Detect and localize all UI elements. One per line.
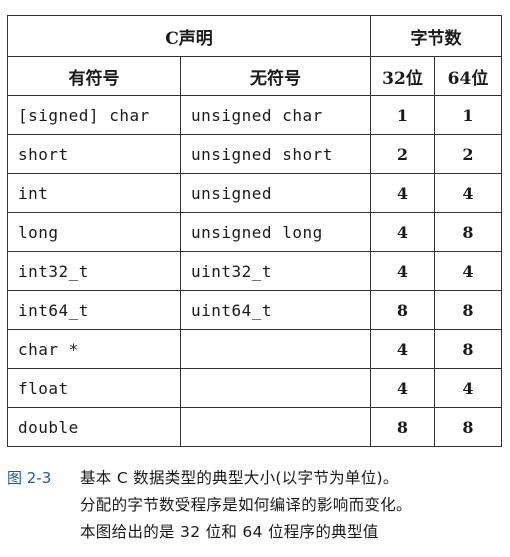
size-32bit-cell: 4	[370, 173, 435, 213]
table-row: long unsigned long 4 8	[7, 212, 502, 252]
caption-line-2: 分配的字节数受程序是如何编译的影响而变化。	[80, 496, 412, 514]
table-row: char * 4 8	[7, 329, 502, 369]
table-row: short unsigned short 2 2	[7, 134, 502, 174]
size-64bit-cell: 1	[434, 95, 502, 135]
data-type-size-table-container: C声明 字节数 有符号 无符号 32位 64位 [signed] char un…	[7, 15, 502, 447]
data-type-size-table: C声明 字节数 有符号 无符号 32位 64位 [signed] char un…	[7, 15, 502, 447]
unsigned-type-cell: unsigned	[180, 173, 371, 213]
header-unsigned: 无符号	[180, 56, 371, 96]
size-32bit-cell: 8	[370, 407, 435, 447]
size-64bit-cell: 8	[434, 212, 502, 252]
signed-type-cell: int	[7, 173, 181, 213]
table-row: [signed] char unsigned char 1 1	[7, 95, 502, 135]
size-64bit-cell: 4	[434, 251, 502, 291]
unsigned-type-cell: unsigned short	[180, 134, 371, 174]
size-32bit-cell: 4	[370, 329, 435, 369]
figure-caption: 图 2-3 基本 C 数据类型的典型大小(以字节为单位)。 分配的字节数受程序是…	[7, 465, 503, 546]
size-32bit-cell: 2	[370, 134, 435, 174]
caption-line-1: 基本 C 数据类型的典型大小(以字节为单位)。	[80, 469, 399, 487]
header-c-declaration: C声明	[7, 15, 371, 57]
table-row: int unsigned 4 4	[7, 173, 502, 213]
signed-type-cell: [signed] char	[7, 95, 181, 135]
table-row: int32_t uint32_t 4 4	[7, 251, 502, 291]
table-row: double 8 8	[7, 407, 502, 447]
unsigned-type-cell: unsigned char	[180, 95, 371, 135]
size-64bit-cell: 4	[434, 368, 502, 408]
unsigned-type-cell	[180, 329, 371, 369]
header-row-columns: 有符号 无符号 32位 64位	[7, 56, 502, 96]
size-64bit-cell: 2	[434, 134, 502, 174]
unsigned-type-cell: uint64_t	[180, 290, 371, 330]
table-row: float 4 4	[7, 368, 502, 408]
header-row-groups: C声明 字节数	[7, 15, 502, 57]
signed-type-cell: short	[7, 134, 181, 174]
signed-type-cell: int32_t	[7, 251, 181, 291]
size-32bit-cell: 4	[370, 251, 435, 291]
size-32bit-cell: 4	[370, 368, 435, 408]
size-64bit-cell: 8	[434, 329, 502, 369]
caption-text: 基本 C 数据类型的典型大小(以字节为单位)。 分配的字节数受程序是如何编译的影…	[80, 465, 503, 546]
table-row: int64_t uint64_t 8 8	[7, 290, 502, 330]
caption-line-3: 本图给出的是 32 位和 64 位程序的典型值	[80, 523, 379, 541]
unsigned-type-cell: uint32_t	[180, 251, 371, 291]
size-32bit-cell: 4	[370, 212, 435, 252]
figure-label: 图 2-3	[7, 469, 52, 487]
signed-type-cell: double	[7, 407, 181, 447]
unsigned-type-cell: unsigned long	[180, 212, 371, 252]
header-64bit: 64位	[434, 56, 502, 96]
signed-type-cell: long	[7, 212, 181, 252]
size-32bit-cell: 1	[370, 95, 435, 135]
unsigned-type-cell	[180, 368, 371, 408]
header-byte-count: 字节数	[370, 15, 502, 57]
signed-type-cell: float	[7, 368, 181, 408]
signed-type-cell: int64_t	[7, 290, 181, 330]
size-64bit-cell: 8	[434, 290, 502, 330]
header-signed: 有符号	[7, 56, 181, 96]
header-32bit: 32位	[370, 56, 435, 96]
unsigned-type-cell	[180, 407, 371, 447]
size-64bit-cell: 8	[434, 407, 502, 447]
signed-type-cell: char *	[7, 329, 181, 369]
size-64bit-cell: 4	[434, 173, 502, 213]
size-32bit-cell: 8	[370, 290, 435, 330]
